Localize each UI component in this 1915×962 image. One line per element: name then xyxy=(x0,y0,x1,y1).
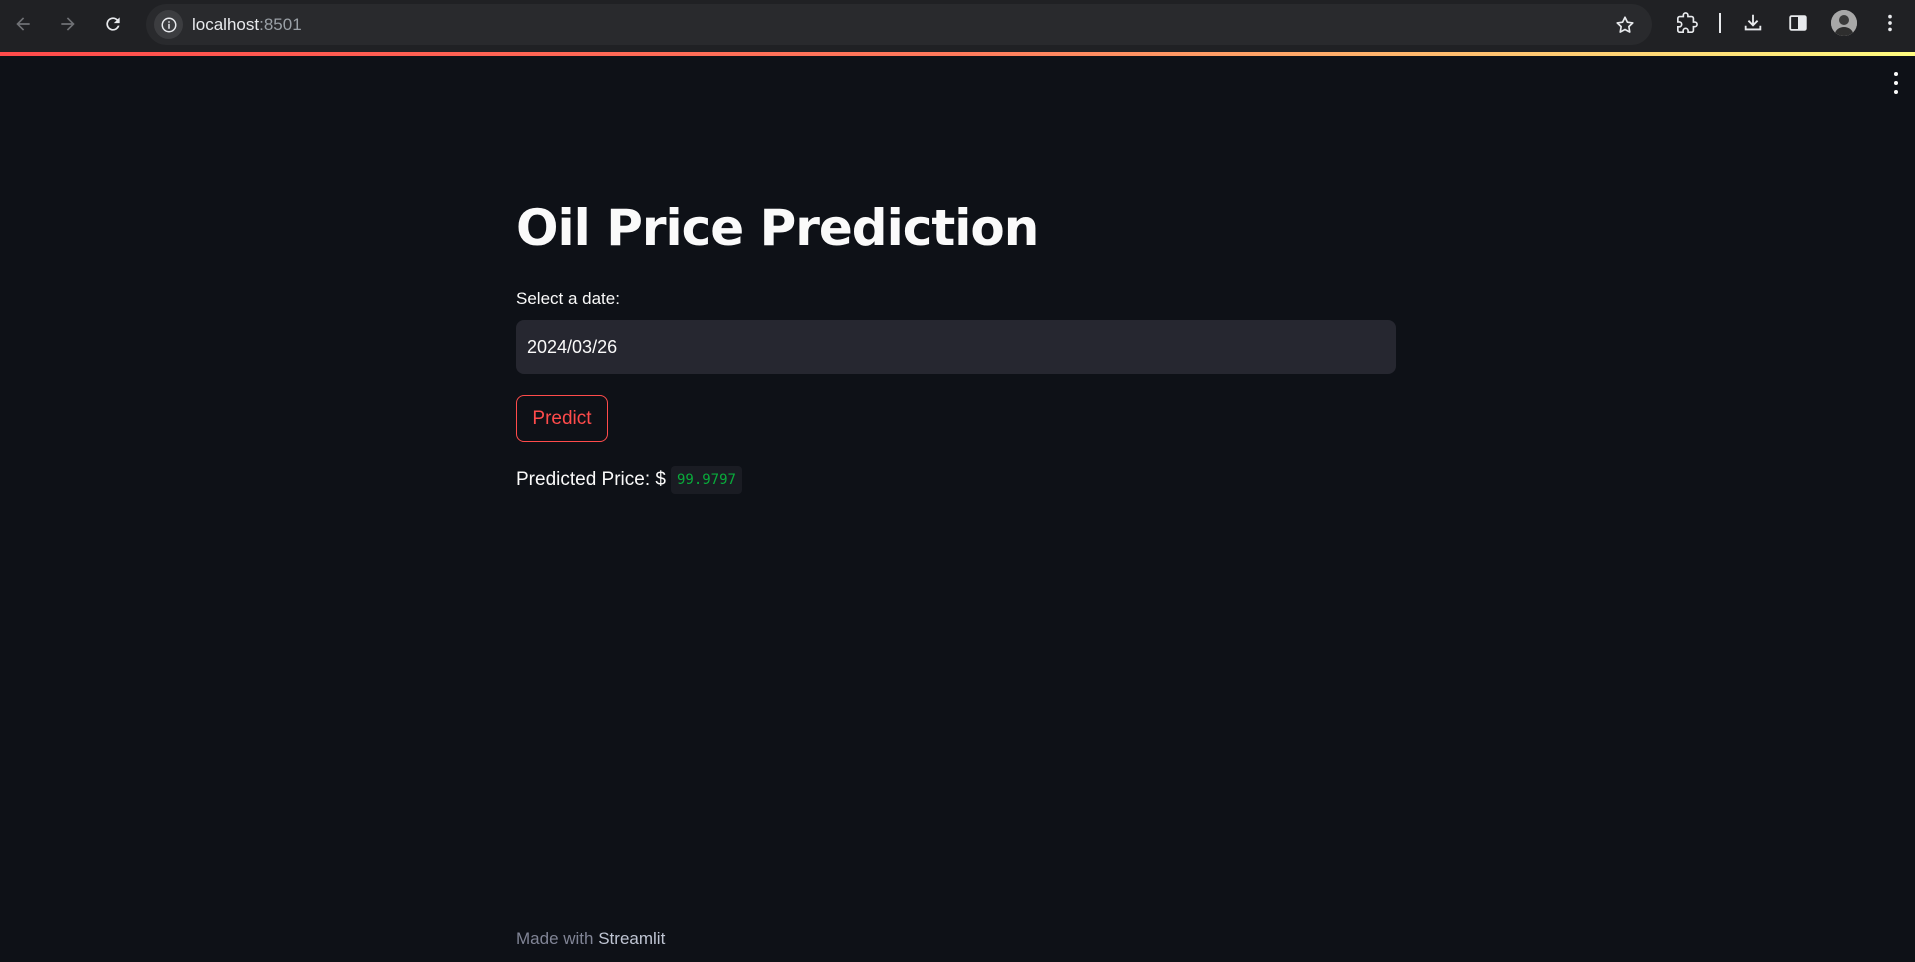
browser-menu-button[interactable] xyxy=(1878,11,1902,35)
side-panel-icon xyxy=(1789,15,1807,31)
downloads-icon xyxy=(1744,14,1762,31)
predict-button[interactable]: Predict xyxy=(516,395,608,442)
predicted-price-value: 99.9797 xyxy=(670,466,742,494)
app-container: Oil Price Prediction Select a date: Pred… xyxy=(0,56,1915,962)
browser-toolbar: localhost:8501 xyxy=(0,0,1915,52)
forward-button[interactable] xyxy=(52,8,84,40)
site-info-icon xyxy=(161,17,176,32)
toolbar-separator xyxy=(1719,13,1721,33)
predicted-price: Predicted Price: $ 99.9797 xyxy=(516,466,742,494)
forward-icon xyxy=(61,17,75,31)
back-button[interactable] xyxy=(7,8,39,40)
extensions-icon xyxy=(1677,12,1698,33)
browser-menu-icon xyxy=(1888,14,1892,32)
side-panel-button[interactable] xyxy=(1786,11,1810,35)
reload-icon xyxy=(106,17,120,31)
date-input-label: Select a date: xyxy=(516,289,620,308)
back-icon xyxy=(16,17,30,31)
streamlit-link[interactable]: Streamlit xyxy=(598,929,665,948)
url-text[interactable]: localhost:8501 xyxy=(192,15,302,35)
extensions-button[interactable] xyxy=(1675,11,1699,35)
bookmark-star-icon[interactable] xyxy=(1614,14,1636,36)
site-info-button[interactable] xyxy=(154,10,183,39)
page-title: Oil Price Prediction xyxy=(516,199,1039,257)
footer: Made with Streamlit xyxy=(516,929,665,949)
footer-text: Made with xyxy=(516,929,594,948)
url-port: :8501 xyxy=(259,15,302,34)
predicted-price-label: Predicted Price: $ xyxy=(516,469,666,490)
address-bar[interactable]: localhost:8501 xyxy=(146,4,1652,45)
profile-avatar-icon xyxy=(1831,10,1857,36)
downloads-button[interactable] xyxy=(1741,11,1765,35)
url-host: localhost xyxy=(192,15,260,34)
profile-avatar[interactable] xyxy=(1831,10,1857,36)
reload-button[interactable] xyxy=(97,8,129,40)
date-input[interactable] xyxy=(516,320,1396,374)
app-menu-icon[interactable] xyxy=(1891,72,1901,94)
